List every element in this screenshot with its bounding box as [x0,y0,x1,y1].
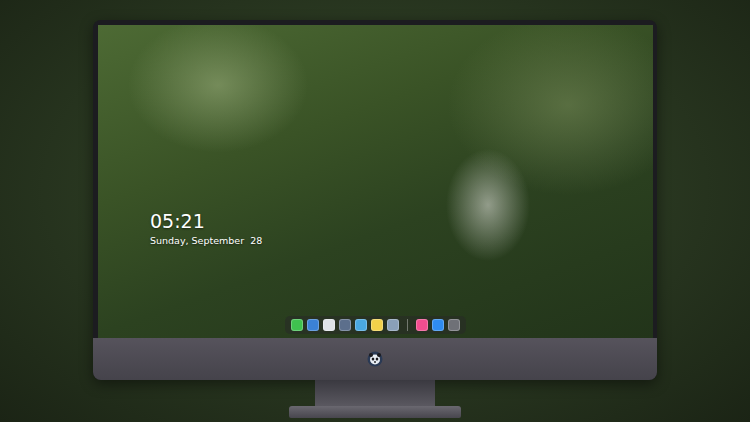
app-icon[interactable] [291,319,303,331]
clock-date: Sunday, September 28 [150,235,653,246]
monitor: 05:21 Sunday, September 28 [93,20,657,380]
app-icon[interactable] [416,319,428,331]
app-icon[interactable] [387,319,399,331]
clock-time: 05:21 [150,211,653,233]
app-icon[interactable] [323,319,335,331]
dock [285,316,466,334]
monitor-stand-neck [315,380,435,406]
app-icon[interactable] [355,319,367,331]
monitor-chin [93,338,657,380]
lock-clock: 05:21 Sunday, September 28 [150,211,653,246]
app-icon[interactable] [307,319,319,331]
app-icon[interactable] [448,319,460,331]
app-icon[interactable] [432,319,444,331]
app-icon[interactable] [339,319,351,331]
page: 05:21 Sunday, September 28 [0,0,750,422]
dock-separator [407,319,408,331]
app-icon[interactable] [371,319,383,331]
panda-logo-icon [367,351,383,367]
desktop-screen: 05:21 Sunday, September 28 [98,25,653,338]
monitor-stand-base [289,406,461,418]
